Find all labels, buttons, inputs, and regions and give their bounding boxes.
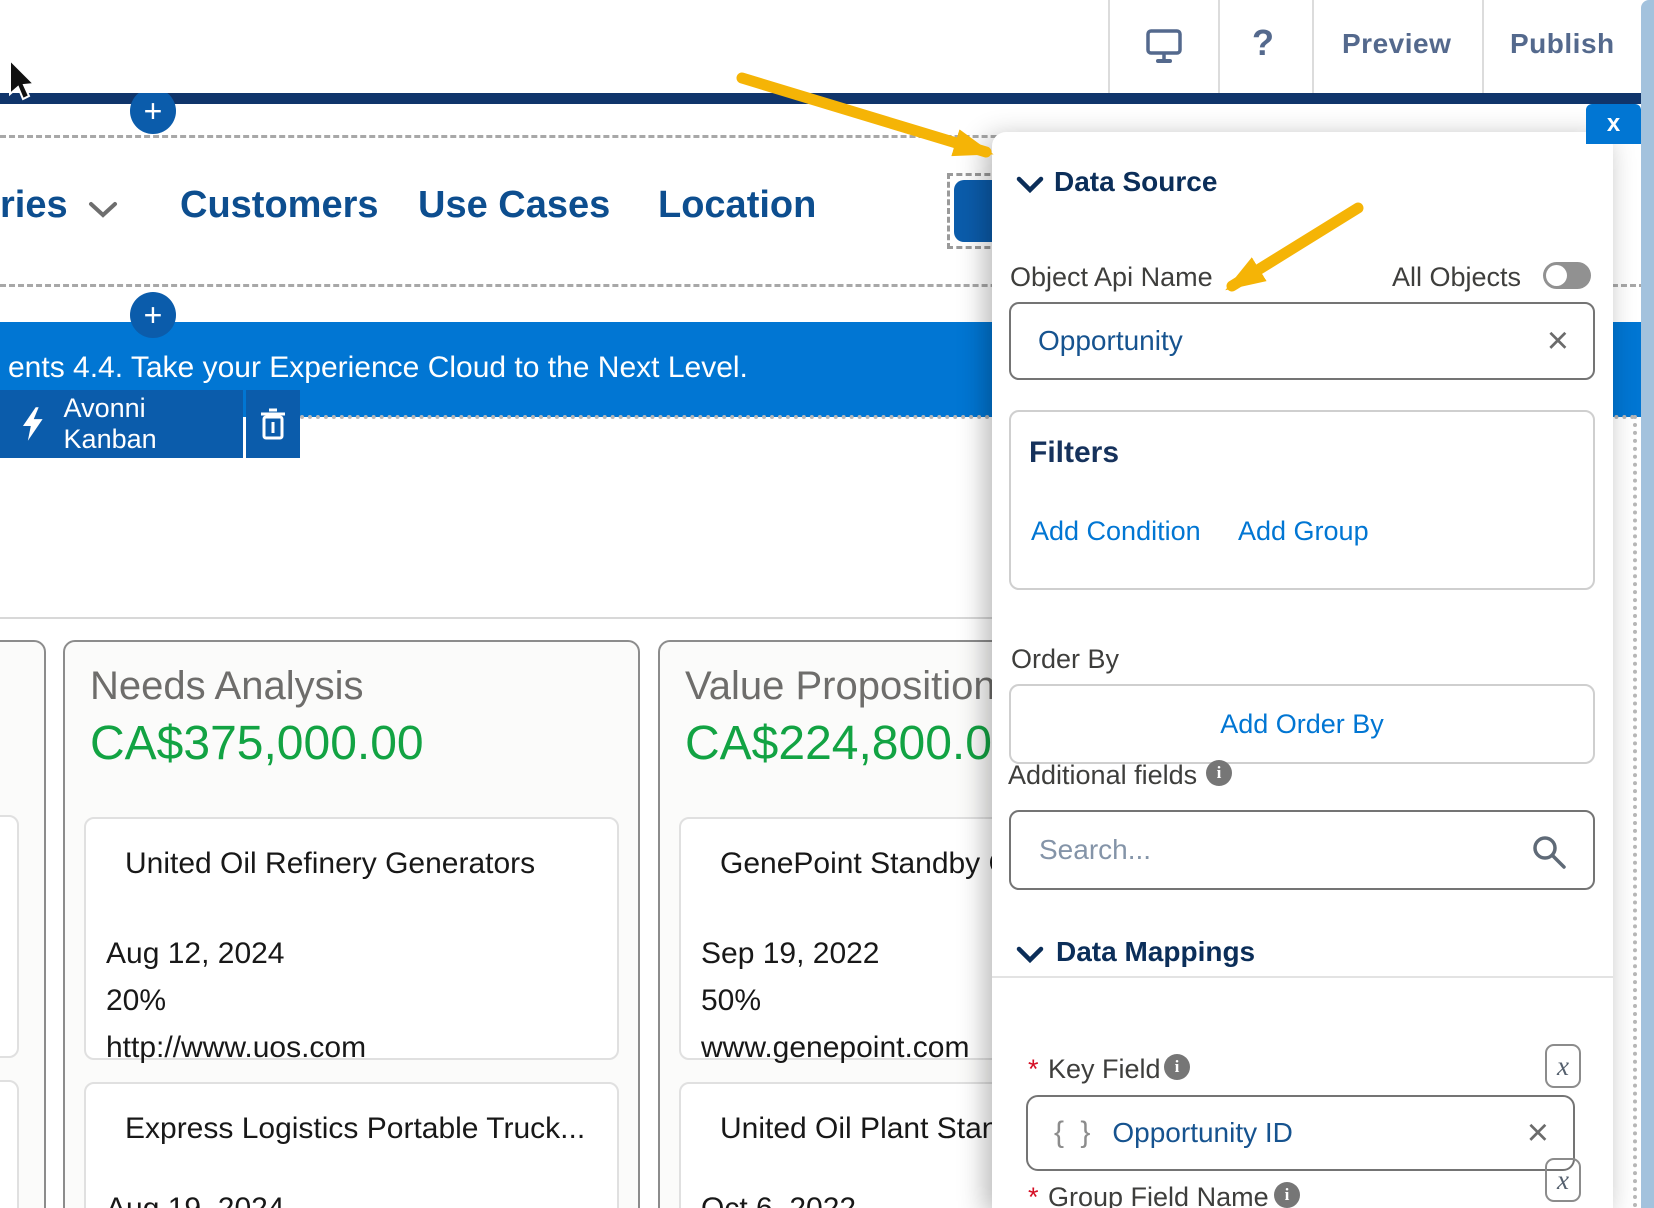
kanban-card-partial[interactable] [0, 1080, 19, 1208]
card-percent: 50% [701, 984, 761, 1018]
card-title: Express Logistics Portable Truck... [125, 1112, 585, 1146]
column-amount: CA$224,800.00 [685, 716, 1019, 771]
card-date: Oct 6, 2022 [701, 1192, 856, 1208]
add-group-link[interactable]: Add Group [1238, 516, 1369, 547]
info-icon[interactable]: i [1164, 1054, 1190, 1080]
object-api-name-label: Object Api Name [1010, 262, 1213, 293]
canvas-top-border [0, 93, 1641, 104]
card-title: United Oil Refinery Generators [125, 847, 535, 881]
lightning-icon [20, 406, 46, 442]
panel-close-button[interactable]: x [1586, 104, 1641, 144]
all-objects-label: All Objects [1392, 262, 1521, 293]
card-date: Sep 19, 2022 [701, 937, 880, 971]
expression-button[interactable]: x [1545, 1158, 1581, 1202]
nav-item-industries[interactable]: ries [0, 184, 68, 227]
canvas-edge-strip [1641, 0, 1654, 1208]
add-section-button[interactable]: + [130, 88, 176, 134]
clear-object-icon[interactable]: × [1547, 322, 1569, 360]
trash-icon [259, 408, 287, 440]
card-percent: 20% [106, 984, 166, 1018]
chevron-down-icon[interactable] [1016, 946, 1044, 964]
search-icon[interactable] [1531, 834, 1567, 870]
component-label[interactable]: Avonni Kanban [0, 390, 243, 458]
nav-item-customers[interactable]: Customers [180, 184, 379, 227]
column-title: Value Proposition [685, 664, 996, 709]
toolbar-divider [1108, 0, 1110, 93]
additional-fields-search[interactable] [1009, 810, 1595, 890]
builder-toolbar: ? Preview Publish [0, 0, 1641, 93]
preview-button[interactable]: Preview [1342, 28, 1451, 60]
search-input[interactable] [1037, 833, 1517, 867]
filters-box: Filters Add Condition Add Group [1009, 410, 1595, 590]
kanban-card[interactable]: Express Logistics Portable Truck... Aug … [84, 1082, 619, 1208]
data-source-panel: Data Source Object Api Name All Objects … [992, 132, 1613, 1208]
panel-section-title-data-mappings[interactable]: Data Mappings [1056, 936, 1255, 968]
kanban-card-partial[interactable] [0, 815, 19, 1058]
card-date: Aug 12, 2024 [106, 937, 285, 971]
add-order-by-label: Add Order By [1220, 709, 1384, 740]
key-field-label: Key Field [1048, 1054, 1161, 1085]
card-url: http://www.uos.com [106, 1031, 366, 1065]
delete-component-button[interactable] [246, 390, 300, 458]
all-objects-toggle[interactable] [1543, 262, 1591, 289]
order-by-label: Order By [1011, 644, 1119, 675]
filters-title: Filters [1029, 436, 1119, 470]
add-condition-link[interactable]: Add Condition [1031, 516, 1201, 547]
kanban-column-needs-analysis: Needs Analysis CA$375,000.00 United Oil … [63, 640, 640, 1208]
publish-button[interactable]: Publish [1510, 28, 1615, 60]
card-title: GenePoint Standby G [720, 847, 1012, 881]
component-selection-border-right [1633, 415, 1637, 1208]
toolbar-divider [1482, 0, 1484, 93]
toolbar-divider [1218, 0, 1220, 93]
add-section-button[interactable]: + [130, 292, 176, 338]
chevron-down-icon [88, 201, 118, 219]
object-api-name-value: Opportunity [1038, 325, 1183, 357]
group-field-name-label: Group Field Name [1048, 1182, 1269, 1208]
add-order-by-button[interactable]: Add Order By [1009, 684, 1595, 764]
panel-section-title-data-source[interactable]: Data Source [1054, 166, 1217, 198]
expression-button[interactable]: x [1545, 1044, 1581, 1088]
kanban-card[interactable]: United Oil Refinery Generators Aug 12, 2… [84, 817, 619, 1060]
nav-item-location[interactable]: Location [658, 184, 816, 227]
chevron-down-icon[interactable] [1016, 176, 1044, 194]
experience-builder-screen: ries Customers Use Cases Location ents 4… [0, 0, 1654, 1208]
merge-field-icon: { } [1054, 1116, 1094, 1150]
component-label-tab: Avonni Kanban [0, 390, 300, 458]
additional-fields-label: Additional fields [1008, 760, 1197, 791]
info-icon[interactable]: i [1274, 1182, 1300, 1208]
banner-text: ents 4.4. Take your Experience Cloud to … [8, 351, 748, 385]
card-url: www.genepoint.com [701, 1031, 969, 1065]
card-title: United Oil Plant Stand [720, 1112, 1015, 1146]
clear-key-field-icon[interactable]: × [1527, 1114, 1549, 1152]
required-asterisk: * [1028, 1054, 1039, 1085]
column-title: Needs Analysis [90, 664, 363, 709]
card-date: Aug 19, 2024 [106, 1192, 285, 1208]
key-field-input[interactable]: { } Opportunity ID × [1026, 1095, 1575, 1171]
key-field-value: Opportunity ID [1112, 1117, 1293, 1149]
help-button[interactable]: ? [1252, 22, 1274, 64]
object-api-name-input[interactable]: Opportunity × [1009, 302, 1595, 380]
nav-item-use-cases[interactable]: Use Cases [418, 184, 610, 227]
component-label-text: Avonni Kanban [64, 393, 243, 455]
device-preview-icon[interactable] [1144, 26, 1184, 66]
column-amount: CA$375,000.00 [90, 716, 424, 771]
toggle-knob [1546, 265, 1567, 286]
required-asterisk: * [1028, 1182, 1039, 1208]
info-icon[interactable]: i [1206, 760, 1232, 786]
panel-divider [992, 976, 1613, 978]
toolbar-divider [1312, 0, 1314, 93]
